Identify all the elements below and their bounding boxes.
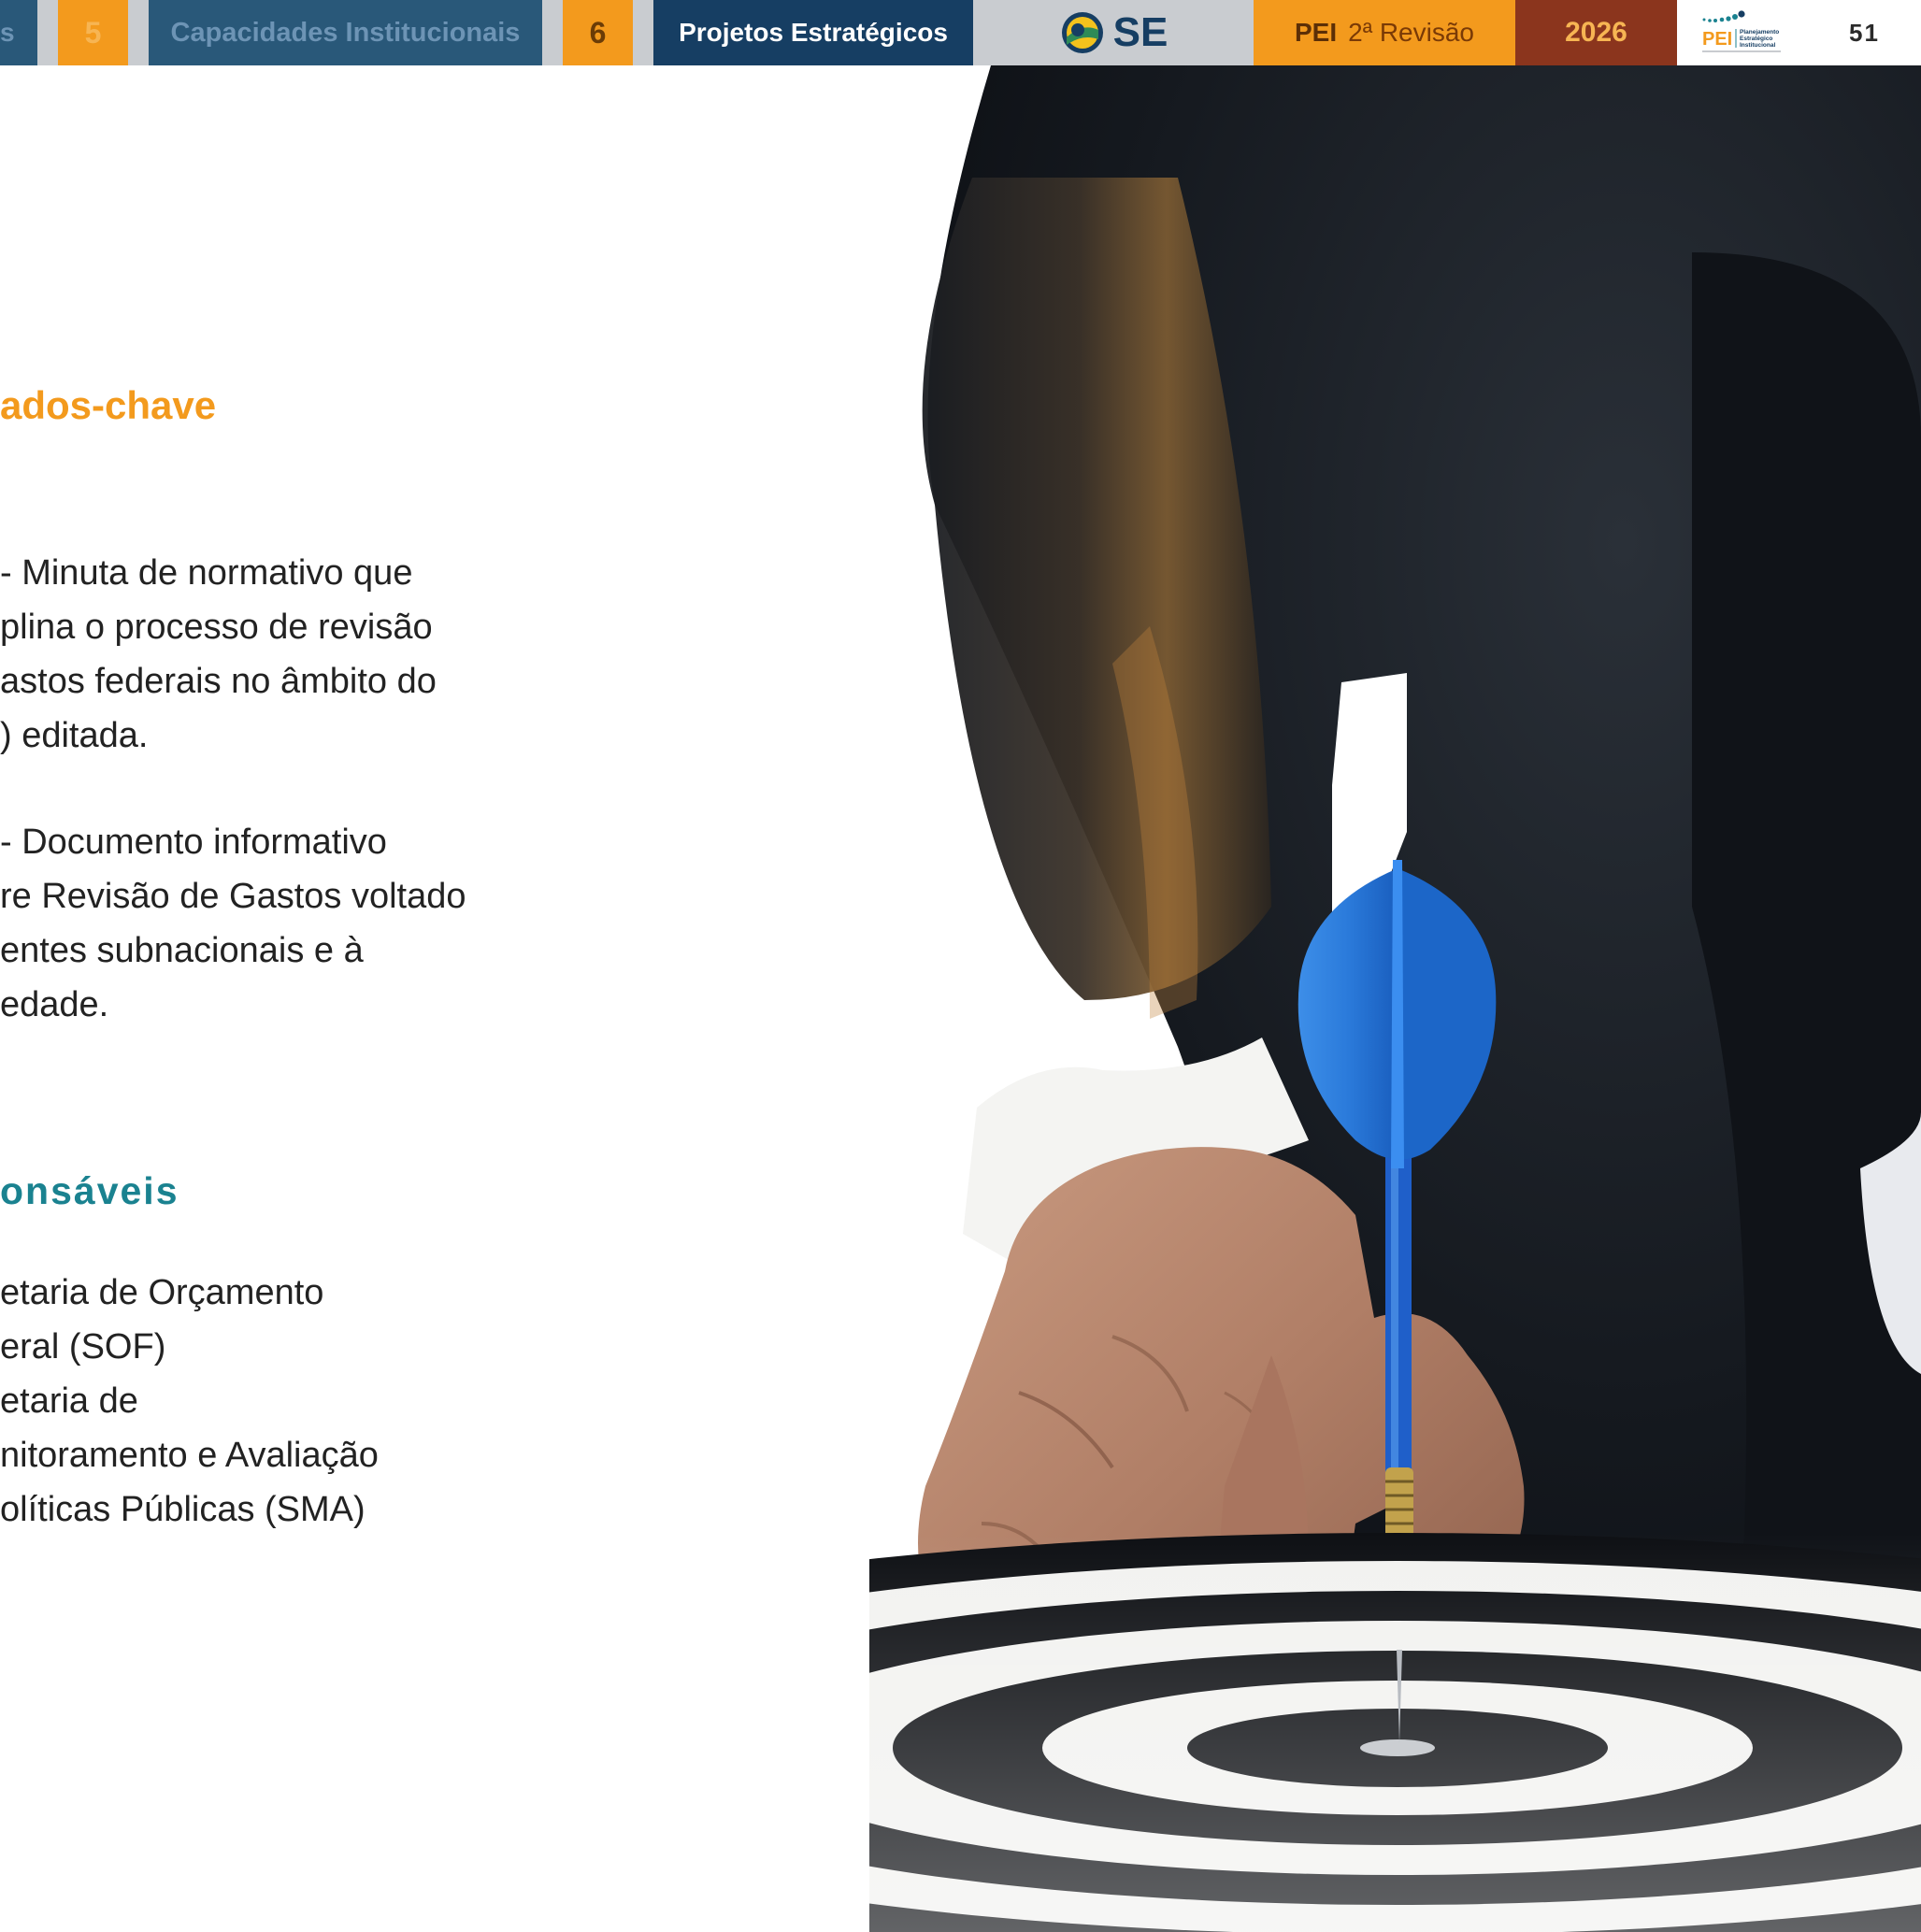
key-result-2-line: re Revisão de Gastos voltado bbox=[0, 877, 466, 916]
nav-separator bbox=[37, 0, 58, 65]
page-number: 51 bbox=[1808, 0, 1921, 65]
nav-section-5-tab[interactable]: Capacidades Institucionais bbox=[149, 0, 542, 65]
nav-section-6-number[interactable]: 6 bbox=[563, 0, 633, 65]
nav-section-6-tab-active[interactable]: Projetos Estratégicos bbox=[653, 0, 973, 65]
key-result-2-line: - Documento informativo bbox=[0, 823, 387, 862]
key-result-item-2: - Documento informativo re Revisão de Ga… bbox=[0, 815, 466, 1032]
responsible-line: nitoramento e Avaliação bbox=[0, 1436, 379, 1475]
key-result-1-line: - Minuta de normativo que bbox=[0, 553, 413, 593]
key-result-1-line: astos federais no âmbito do bbox=[0, 662, 437, 701]
document-name: PEI bbox=[1294, 18, 1338, 47]
svg-text:Institucional: Institucional bbox=[1740, 42, 1775, 49]
key-result-1-line: plina o processo de revisão bbox=[0, 608, 433, 647]
document-revision-label: PEI 2ª Revisão bbox=[1254, 0, 1515, 65]
nav-section-5-number[interactable]: 5 bbox=[58, 0, 128, 65]
dartboard bbox=[869, 1533, 1921, 1932]
responsible-line: etaria de Orçamento bbox=[0, 1273, 324, 1312]
responsible-list: etaria de Orçamento eral (SOF) etaria de… bbox=[0, 1266, 379, 1537]
key-results-heading: ados-chave bbox=[0, 383, 217, 427]
year-badge: 2026 bbox=[1515, 0, 1677, 65]
nav-separator bbox=[633, 0, 653, 65]
svg-text:PEI: PEI bbox=[1702, 29, 1732, 50]
dart-target-photo bbox=[869, 65, 1921, 1932]
key-result-2-line: edade. bbox=[0, 985, 109, 1024]
responsible-heading: onsáveis bbox=[0, 1169, 179, 1212]
org-label: SE bbox=[1112, 9, 1168, 55]
pei-logo: PEI Planejamento Estratégico Institucion… bbox=[1677, 0, 1808, 65]
responsible-line: eral (SOF) bbox=[0, 1327, 166, 1367]
org-badge: SE bbox=[973, 0, 1254, 65]
globe-icon bbox=[1061, 12, 1103, 53]
responsible-line: olíticas Públicas (SMA) bbox=[0, 1490, 366, 1529]
nav-separator bbox=[128, 0, 149, 65]
svg-text:Estratégico: Estratégico bbox=[1740, 36, 1772, 42]
nav-separator bbox=[542, 0, 563, 65]
pei-logo-graphic: PEI Planejamento Estratégico Institucion… bbox=[1702, 10, 1781, 52]
top-navigation-bar: s 5 Capacidades Institucionais 6 Projeto… bbox=[0, 0, 1921, 65]
key-result-2-line: entes subnacionais e à bbox=[0, 931, 364, 970]
revision-label: 2ª Revisão bbox=[1348, 18, 1474, 47]
responsible-line: etaria de bbox=[0, 1381, 138, 1421]
key-result-1-line: ) editada. bbox=[0, 716, 149, 755]
nav-previous-section-fragment[interactable]: s bbox=[0, 0, 37, 65]
nav-fragment-label: s bbox=[0, 18, 15, 47]
key-result-item-1: - Minuta de normativo que plina o proces… bbox=[0, 546, 437, 763]
svg-text:Planejamento: Planejamento bbox=[1740, 29, 1779, 36]
